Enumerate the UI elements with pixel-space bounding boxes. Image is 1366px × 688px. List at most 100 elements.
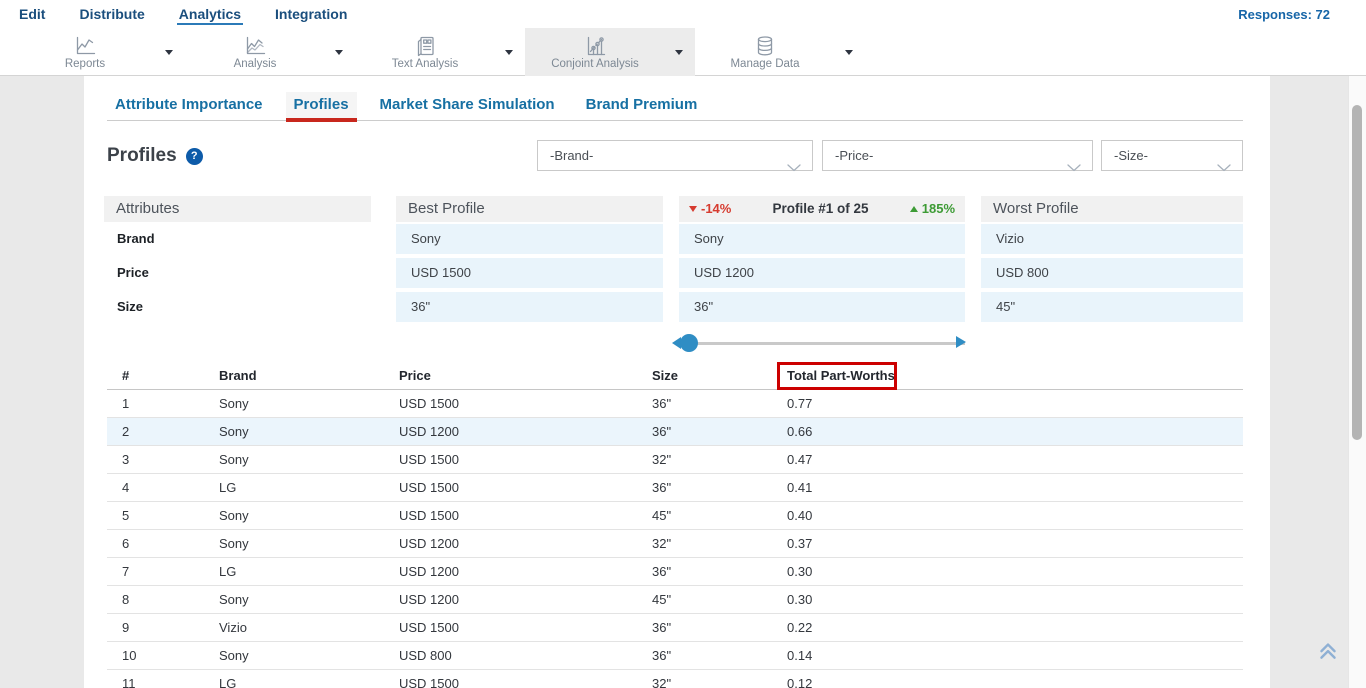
table-cell: Sony xyxy=(204,530,384,557)
table-cell: Sony xyxy=(204,446,384,473)
tab-brand-premium[interactable]: Brand Premium xyxy=(578,92,706,122)
table-cell: 0.37 xyxy=(772,530,1243,557)
table-cell: 32" xyxy=(637,670,772,688)
table-header: # Brand Price Size Total Part-Worths xyxy=(107,363,1243,390)
table-row[interactable]: 10SonyUSD 80036"0.14 xyxy=(107,642,1243,670)
table-cell: USD 1500 xyxy=(384,502,637,529)
nav-item-distribute[interactable]: Distribute xyxy=(77,3,146,25)
scrollbar-track[interactable] xyxy=(1348,0,1366,688)
table-row[interactable]: 5SonyUSD 150045"0.40 xyxy=(107,502,1243,530)
toolbar-analysis[interactable]: Analysis xyxy=(185,28,355,76)
table-cell: 0.22 xyxy=(772,614,1243,641)
table-row[interactable]: 7LGUSD 120036"0.30 xyxy=(107,558,1243,586)
tab-profiles[interactable]: Profiles xyxy=(286,92,357,122)
table-cell: Sony xyxy=(204,502,384,529)
increase-badge: 185% xyxy=(910,196,955,222)
caret-down-icon[interactable] xyxy=(675,50,683,55)
table-cell: USD 1500 xyxy=(384,446,637,473)
price-filter-dropdown[interactable]: -Price- xyxy=(822,140,1093,171)
table-row[interactable]: 2SonyUSD 120036"0.66 xyxy=(107,418,1243,446)
table-cell: Sony xyxy=(204,642,384,669)
attribute-label: Brand xyxy=(104,224,371,254)
caret-down-icon[interactable] xyxy=(845,50,853,55)
column-header-price[interactable]: Price xyxy=(384,363,637,389)
caret-down-icon[interactable] xyxy=(335,50,343,55)
table-cell: 9 xyxy=(107,614,204,641)
tab-market-share-simulation[interactable]: Market Share Simulation xyxy=(372,92,563,122)
table-row[interactable]: 4LGUSD 150036"0.41 xyxy=(107,474,1243,502)
table-row[interactable]: 9VizioUSD 150036"0.22 xyxy=(107,614,1243,642)
table-cell: 8 xyxy=(107,586,204,613)
table-cell: 2 xyxy=(107,418,204,445)
best-profile-value: USD 1500 xyxy=(396,258,663,288)
decrease-value: -14% xyxy=(701,196,731,222)
attributes-column: Attributes Brand Price Size xyxy=(104,196,371,326)
table-row[interactable]: 11LGUSD 150032"0.12 xyxy=(107,670,1243,688)
column-header-total-part-worths[interactable]: Total Part-Worths xyxy=(772,363,1243,389)
table-cell: 0.66 xyxy=(772,418,1243,445)
caret-down-icon[interactable] xyxy=(165,50,173,55)
table-row[interactable]: 3SonyUSD 150032"0.47 xyxy=(107,446,1243,474)
toolbar-manage-data[interactable]: Manage Data xyxy=(695,28,865,76)
table-cell: USD 800 xyxy=(384,642,637,669)
best-profile-value: Sony xyxy=(396,224,663,254)
content-panel: Attribute Importance Profiles Market Sha… xyxy=(84,76,1270,688)
help-icon[interactable]: ? xyxy=(186,148,203,165)
table-row[interactable]: 6SonyUSD 120032"0.37 xyxy=(107,530,1243,558)
current-profile-header: -14% Profile #1 of 25 185% xyxy=(679,196,965,222)
table-cell: 0.30 xyxy=(772,558,1243,585)
table-row[interactable]: 8SonyUSD 120045"0.30 xyxy=(107,586,1243,614)
scrollbar-thumb[interactable] xyxy=(1352,105,1362,440)
nav-item-analytics[interactable]: Analytics xyxy=(177,3,243,25)
scroll-to-top-button[interactable] xyxy=(1316,638,1340,662)
page-header: Profiles ? xyxy=(107,145,203,167)
table-cell: 1 xyxy=(107,390,204,417)
analytics-toolbar: Reports Analysis Text Analysis Conjoint … xyxy=(0,28,1366,76)
column-header-size[interactable]: Size xyxy=(637,363,772,389)
table-cell: USD 1200 xyxy=(384,530,637,557)
table-cell: USD 1500 xyxy=(384,614,637,641)
table-cell: 5 xyxy=(107,502,204,529)
table-cell: 7 xyxy=(107,558,204,585)
nav-item-integration[interactable]: Integration xyxy=(273,3,349,25)
table-cell: 36" xyxy=(637,614,772,641)
caret-down-icon[interactable] xyxy=(505,50,513,55)
table-row[interactable]: 1SonyUSD 150036"0.77 xyxy=(107,390,1243,418)
size-filter-dropdown[interactable]: -Size- xyxy=(1101,140,1243,171)
toolbar-conjoint-analysis[interactable]: Conjoint Analysis xyxy=(525,28,695,76)
decrease-badge: -14% xyxy=(689,196,731,222)
table-cell: 36" xyxy=(637,474,772,501)
worst-profile-value: Vizio xyxy=(981,224,1243,254)
column-header-brand[interactable]: Brand xyxy=(204,363,384,389)
toolbar-reports[interactable]: Reports xyxy=(15,28,185,76)
table-cell: 45" xyxy=(637,502,772,529)
line-chart-icon xyxy=(74,35,96,57)
table-cell: LG xyxy=(204,670,384,688)
table-body: 1SonyUSD 150036"0.772SonyUSD 120036"0.66… xyxy=(107,390,1243,688)
slider-right-arrow-icon[interactable] xyxy=(956,336,966,348)
toolbar-text-analysis[interactable]: Text Analysis xyxy=(355,28,525,76)
profile-slider-handle[interactable] xyxy=(680,334,698,352)
triangle-up-icon xyxy=(910,206,918,212)
brand-filter-dropdown[interactable]: -Brand- xyxy=(537,140,813,171)
current-profile-column: -14% Profile #1 of 25 185% Sony USD 1200… xyxy=(679,196,965,326)
nav-item-edit[interactable]: Edit xyxy=(17,3,47,25)
table-cell: 0.30 xyxy=(772,586,1243,613)
document-grid-icon xyxy=(414,35,436,57)
table-cell: Sony xyxy=(204,418,384,445)
page-title: Profiles xyxy=(107,145,177,167)
worst-profile-value: 45" xyxy=(981,292,1243,322)
increase-value: 185% xyxy=(922,196,955,222)
current-profile-value: 36" xyxy=(679,292,965,322)
toolbar-label: Reports xyxy=(65,58,105,70)
tab-bar: Attribute Importance Profiles Market Sha… xyxy=(107,92,705,122)
responses-count[interactable]: Responses: 72 xyxy=(1238,0,1330,28)
tab-attribute-importance[interactable]: Attribute Importance xyxy=(107,92,271,122)
table-cell: 3 xyxy=(107,446,204,473)
table-cell: 6 xyxy=(107,530,204,557)
profile-slider-track[interactable] xyxy=(680,342,965,345)
table-cell: 0.14 xyxy=(772,642,1243,669)
table-cell: 45" xyxy=(637,586,772,613)
table-cell: 36" xyxy=(637,642,772,669)
column-header-number[interactable]: # xyxy=(107,363,204,389)
